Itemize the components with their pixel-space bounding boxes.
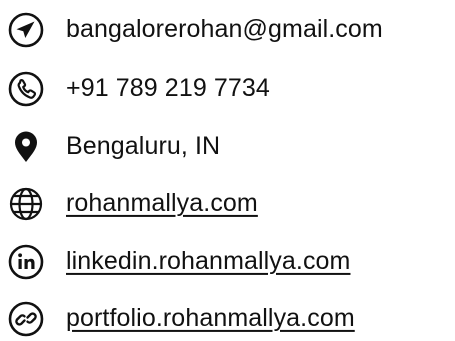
phone-text: +91 789 219 7734: [66, 73, 270, 102]
contact-phone: +91 789 219 7734: [0, 67, 455, 111]
linkedin-link[interactable]: linkedin.rohanmallya.com: [66, 247, 350, 276]
contact-email: bangalorerohan@gmail.com: [0, 8, 455, 52]
email-text: bangalorerohan@gmail.com: [66, 14, 383, 43]
telegram-send-icon: [8, 12, 44, 48]
website-link[interactable]: rohanmallya.com: [66, 189, 258, 218]
contact-website[interactable]: rohanmallya.com: [0, 182, 455, 226]
link-icon: [8, 301, 44, 337]
location-pin-icon: [8, 129, 44, 165]
portfolio-link[interactable]: portfolio.rohanmallya.com: [66, 304, 355, 333]
phone-icon: [8, 71, 44, 107]
location-text: Bengaluru, IN: [66, 131, 221, 160]
contact-portfolio[interactable]: portfolio.rohanmallya.com: [0, 297, 455, 341]
linkedin-icon: [8, 244, 44, 280]
globe-icon: [8, 186, 44, 222]
contact-location: Bengaluru, IN: [0, 125, 455, 169]
contact-linkedin[interactable]: linkedin.rohanmallya.com: [0, 240, 455, 284]
contact-list: bangalorerohan@gmail.com +91 789 219 773…: [0, 0, 455, 338]
